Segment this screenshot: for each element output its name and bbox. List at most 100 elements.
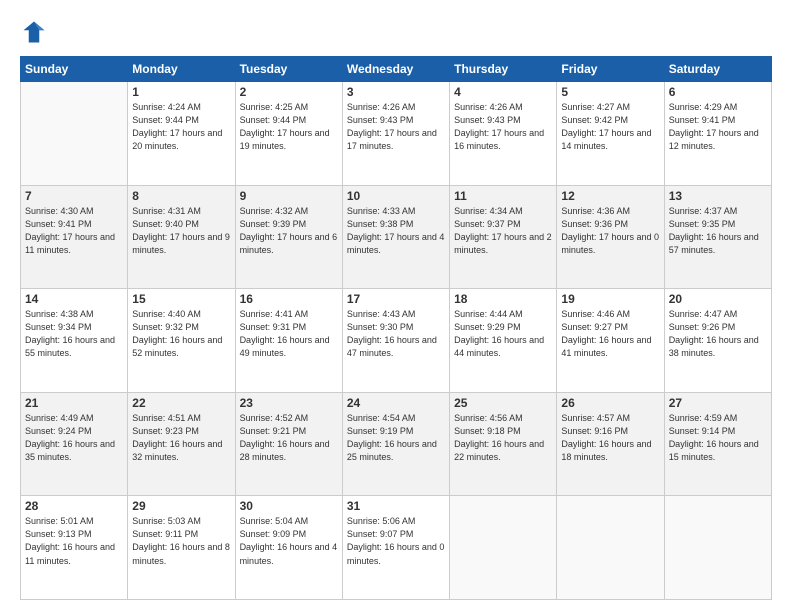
day-info: Sunrise: 4:30 AM Sunset: 9:41 PM Dayligh…: [25, 205, 123, 257]
calendar-cell: 1 Sunrise: 4:24 AM Sunset: 9:44 PM Daylig…: [128, 82, 235, 186]
day-info: Sunrise: 5:01 AM Sunset: 9:13 PM Dayligh…: [25, 515, 123, 567]
day-number: 12: [561, 189, 659, 203]
calendar-cell: 24 Sunrise: 4:54 AM Sunset: 9:19 PM Dayli…: [342, 392, 449, 496]
day-number: 20: [669, 292, 767, 306]
day-number: 13: [669, 189, 767, 203]
calendar-cell: 7 Sunrise: 4:30 AM Sunset: 9:41 PM Daylig…: [21, 185, 128, 289]
day-info: Sunrise: 4:52 AM Sunset: 9:21 PM Dayligh…: [240, 412, 338, 464]
day-number: 26: [561, 396, 659, 410]
day-info: Sunrise: 4:57 AM Sunset: 9:16 PM Dayligh…: [561, 412, 659, 464]
day-info: Sunrise: 4:29 AM Sunset: 9:41 PM Dayligh…: [669, 101, 767, 153]
day-number: 3: [347, 85, 445, 99]
day-number: 5: [561, 85, 659, 99]
day-info: Sunrise: 4:59 AM Sunset: 9:14 PM Dayligh…: [669, 412, 767, 464]
day-info: Sunrise: 4:34 AM Sunset: 9:37 PM Dayligh…: [454, 205, 552, 257]
day-info: Sunrise: 4:25 AM Sunset: 9:44 PM Dayligh…: [240, 101, 338, 153]
weekday-header-thursday: Thursday: [450, 57, 557, 82]
day-info: Sunrise: 4:26 AM Sunset: 9:43 PM Dayligh…: [454, 101, 552, 153]
day-number: 28: [25, 499, 123, 513]
calendar-cell: 15 Sunrise: 4:40 AM Sunset: 9:32 PM Dayli…: [128, 289, 235, 393]
calendar-cell: 19Sunrise: 4:46 AM Sunset: 9:27 PM Dayli…: [557, 289, 664, 393]
logo: [20, 18, 52, 46]
calendar-cell: 28 Sunrise: 5:01 AM Sunset: 9:13 PM Dayli…: [21, 496, 128, 600]
day-number: 15: [132, 292, 230, 306]
day-info: Sunrise: 4:44 AM Sunset: 9:29 PM Dayligh…: [454, 308, 552, 360]
calendar-cell: [21, 82, 128, 186]
day-info: Sunrise: 5:04 AM Sunset: 9:09 PM Dayligh…: [240, 515, 338, 567]
weekday-header-row: SundayMondayTuesdayWednesdayThursdayFrid…: [21, 57, 772, 82]
day-number: 7: [25, 189, 123, 203]
day-number: 30: [240, 499, 338, 513]
calendar-cell: 2 Sunrise: 4:25 AM Sunset: 9:44 PM Daylig…: [235, 82, 342, 186]
day-info: Sunrise: 4:33 AM Sunset: 9:38 PM Dayligh…: [347, 205, 445, 257]
day-info: Sunrise: 4:27 AM Sunset: 9:42 PM Dayligh…: [561, 101, 659, 153]
day-number: 9: [240, 189, 338, 203]
calendar-cell: [450, 496, 557, 600]
day-info: Sunrise: 4:54 AM Sunset: 9:19 PM Dayligh…: [347, 412, 445, 464]
calendar-week-row: 1 Sunrise: 4:24 AM Sunset: 9:44 PM Daylig…: [21, 82, 772, 186]
day-number: 18: [454, 292, 552, 306]
day-number: 21: [25, 396, 123, 410]
calendar-cell: 30 Sunrise: 5:04 AM Sunset: 9:09 PM Dayli…: [235, 496, 342, 600]
day-number: 1: [132, 85, 230, 99]
calendar-cell: 10 Sunrise: 4:33 AM Sunset: 9:38 PM Dayli…: [342, 185, 449, 289]
day-number: 10: [347, 189, 445, 203]
calendar-cell: 20 Sunrise: 4:47 AM Sunset: 9:26 PM Dayli…: [664, 289, 771, 393]
day-number: 31: [347, 499, 445, 513]
calendar-cell: [557, 496, 664, 600]
calendar-cell: 12 Sunrise: 4:36 AM Sunset: 9:36 PM Dayli…: [557, 185, 664, 289]
day-number: 19: [561, 292, 659, 306]
day-info: Sunrise: 4:26 AM Sunset: 9:43 PM Dayligh…: [347, 101, 445, 153]
day-number: 27: [669, 396, 767, 410]
day-number: 24: [347, 396, 445, 410]
calendar-cell: 18 Sunrise: 4:44 AM Sunset: 9:29 PM Dayli…: [450, 289, 557, 393]
calendar-cell: 29 Sunrise: 5:03 AM Sunset: 9:11 PM Dayli…: [128, 496, 235, 600]
calendar-cell: 31Sunrise: 5:06 AM Sunset: 9:07 PM Dayli…: [342, 496, 449, 600]
day-info: Sunrise: 4:24 AM Sunset: 9:44 PM Dayligh…: [132, 101, 230, 153]
calendar-week-row: 14 Sunrise: 4:38 AM Sunset: 9:34 PM Dayli…: [21, 289, 772, 393]
day-number: 22: [132, 396, 230, 410]
weekday-header-sunday: Sunday: [21, 57, 128, 82]
calendar-cell: 16 Sunrise: 4:41 AM Sunset: 9:31 PM Dayli…: [235, 289, 342, 393]
calendar-cell: 3 Sunrise: 4:26 AM Sunset: 9:43 PM Daylig…: [342, 82, 449, 186]
calendar-cell: 22 Sunrise: 4:51 AM Sunset: 9:23 PM Dayli…: [128, 392, 235, 496]
day-info: Sunrise: 4:37 AM Sunset: 9:35 PM Dayligh…: [669, 205, 767, 257]
calendar-cell: 8Sunrise: 4:31 AM Sunset: 9:40 PM Daylig…: [128, 185, 235, 289]
calendar-cell: 9 Sunrise: 4:32 AM Sunset: 9:39 PM Daylig…: [235, 185, 342, 289]
day-info: Sunrise: 4:36 AM Sunset: 9:36 PM Dayligh…: [561, 205, 659, 257]
day-number: 29: [132, 499, 230, 513]
weekday-header-tuesday: Tuesday: [235, 57, 342, 82]
day-number: 2: [240, 85, 338, 99]
calendar-week-row: 28 Sunrise: 5:01 AM Sunset: 9:13 PM Dayli…: [21, 496, 772, 600]
day-number: 14: [25, 292, 123, 306]
day-number: 25: [454, 396, 552, 410]
day-info: Sunrise: 4:40 AM Sunset: 9:32 PM Dayligh…: [132, 308, 230, 360]
calendar-cell: 21Sunrise: 4:49 AM Sunset: 9:24 PM Dayli…: [21, 392, 128, 496]
calendar-cell: 5 Sunrise: 4:27 AM Sunset: 9:42 PM Daylig…: [557, 82, 664, 186]
weekday-header-friday: Friday: [557, 57, 664, 82]
calendar-week-row: 21Sunrise: 4:49 AM Sunset: 9:24 PM Dayli…: [21, 392, 772, 496]
day-number: 23: [240, 396, 338, 410]
page: SundayMondayTuesdayWednesdayThursdayFrid…: [0, 0, 792, 612]
day-info: Sunrise: 5:03 AM Sunset: 9:11 PM Dayligh…: [132, 515, 230, 567]
calendar-cell: 23 Sunrise: 4:52 AM Sunset: 9:21 PM Dayli…: [235, 392, 342, 496]
weekday-header-wednesday: Wednesday: [342, 57, 449, 82]
day-info: Sunrise: 4:47 AM Sunset: 9:26 PM Dayligh…: [669, 308, 767, 360]
calendar-week-row: 7 Sunrise: 4:30 AM Sunset: 9:41 PM Daylig…: [21, 185, 772, 289]
calendar-cell: 17Sunrise: 4:43 AM Sunset: 9:30 PM Dayli…: [342, 289, 449, 393]
calendar-cell: 11Sunrise: 4:34 AM Sunset: 9:37 PM Dayli…: [450, 185, 557, 289]
calendar-table: SundayMondayTuesdayWednesdayThursdayFrid…: [20, 56, 772, 600]
day-number: 8: [132, 189, 230, 203]
header: [20, 18, 772, 46]
day-info: Sunrise: 4:51 AM Sunset: 9:23 PM Dayligh…: [132, 412, 230, 464]
weekday-header-saturday: Saturday: [664, 57, 771, 82]
day-info: Sunrise: 4:41 AM Sunset: 9:31 PM Dayligh…: [240, 308, 338, 360]
calendar-cell: 13 Sunrise: 4:37 AM Sunset: 9:35 PM Dayli…: [664, 185, 771, 289]
day-info: Sunrise: 4:32 AM Sunset: 9:39 PM Dayligh…: [240, 205, 338, 257]
calendar-cell: 6Sunrise: 4:29 AM Sunset: 9:41 PM Daylig…: [664, 82, 771, 186]
calendar-cell: 14 Sunrise: 4:38 AM Sunset: 9:34 PM Dayli…: [21, 289, 128, 393]
day-number: 17: [347, 292, 445, 306]
day-number: 16: [240, 292, 338, 306]
day-info: Sunrise: 4:38 AM Sunset: 9:34 PM Dayligh…: [25, 308, 123, 360]
calendar-cell: 25Sunrise: 4:56 AM Sunset: 9:18 PM Dayli…: [450, 392, 557, 496]
